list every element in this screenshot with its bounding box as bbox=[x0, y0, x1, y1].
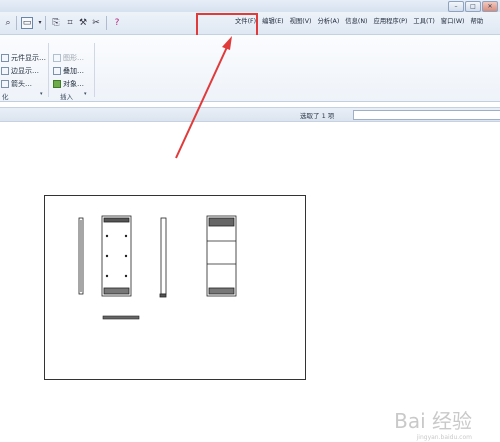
watermark-logo: Bai 经验 bbox=[394, 409, 472, 433]
rear-view bbox=[206, 215, 237, 297]
watermark-url: jingyan.baidu.com bbox=[416, 434, 472, 441]
drawing-sheet[interactable] bbox=[44, 195, 306, 380]
top-view bbox=[102, 315, 140, 320]
front-view bbox=[101, 215, 132, 297]
left-side-view bbox=[78, 217, 84, 295]
drawing-views bbox=[78, 215, 237, 320]
right-side-view bbox=[159, 217, 167, 298]
